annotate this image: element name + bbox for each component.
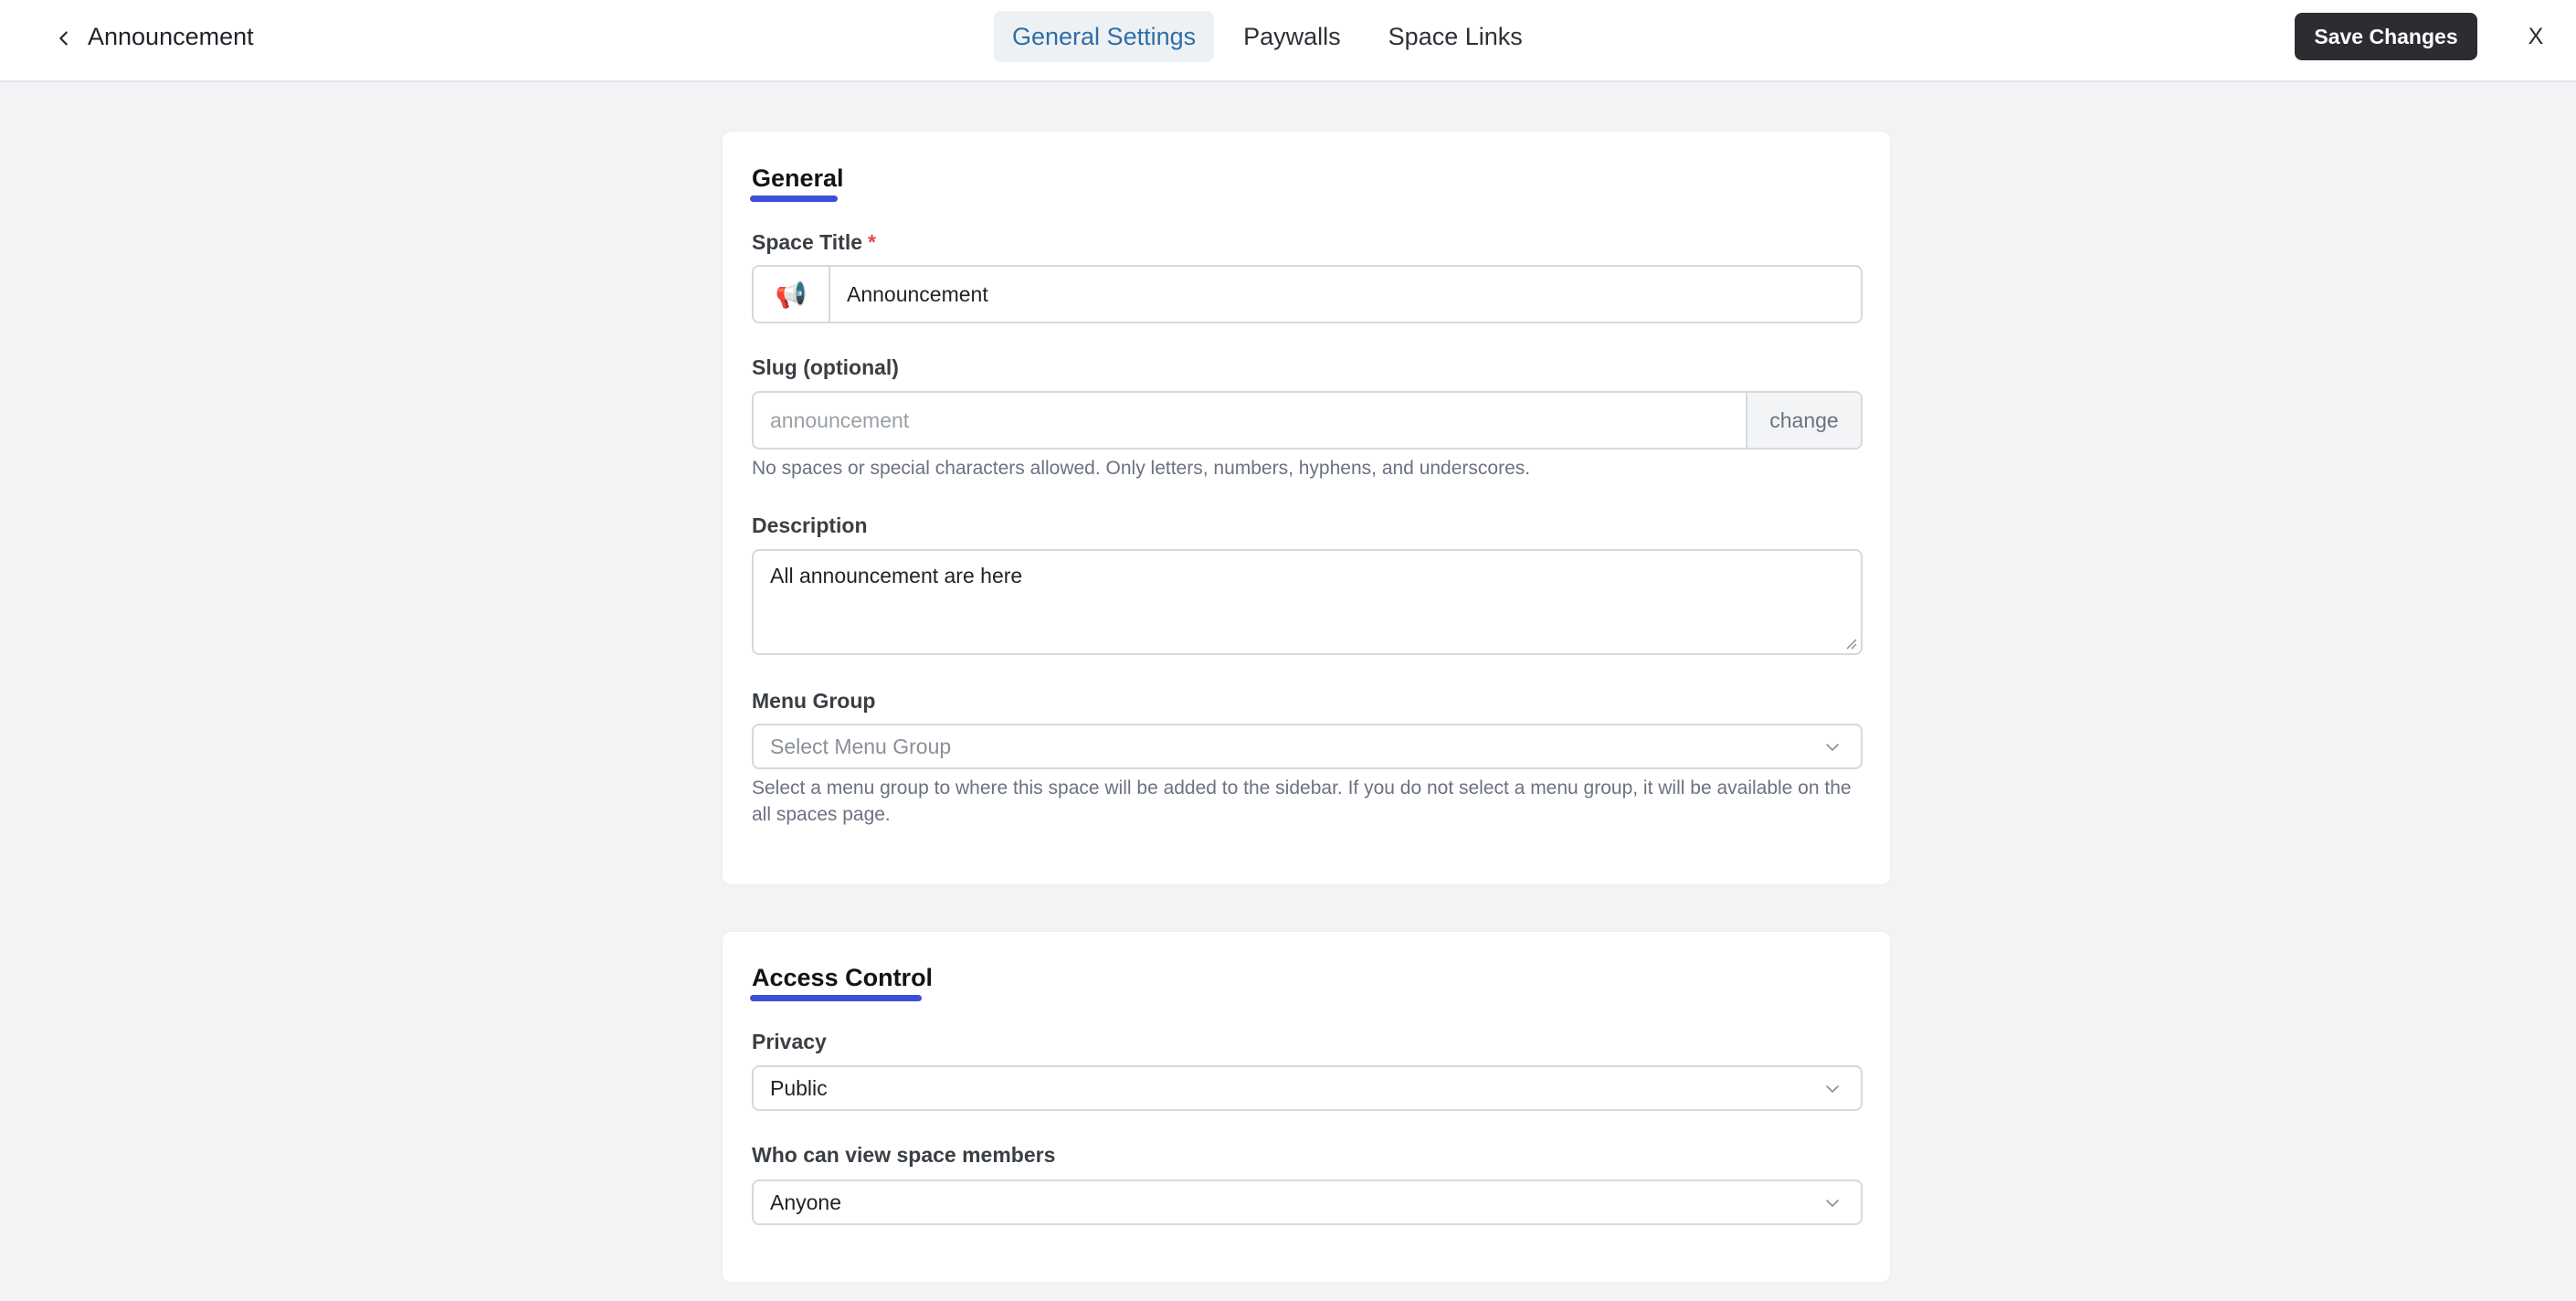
privacy-label: Privacy bbox=[752, 1030, 827, 1053]
tab-space-links[interactable]: Space Links bbox=[1370, 11, 1541, 62]
members-view-label: Who can view space members bbox=[752, 1143, 1056, 1167]
general-section-title: General bbox=[752, 164, 844, 192]
slug-input[interactable] bbox=[754, 393, 1746, 448]
settings-tabs: General Settings Paywalls Space Links bbox=[994, 11, 1552, 62]
emoji-picker-button[interactable]: 📢 bbox=[754, 267, 830, 322]
resize-handle-icon[interactable] bbox=[1844, 637, 1857, 650]
chevron-left-icon bbox=[59, 31, 68, 46]
privacy-value: Public bbox=[770, 1076, 828, 1100]
slug-help-text: No spaces or special characters allowed.… bbox=[752, 458, 1531, 479]
menu-group-help-text: Select a menu group to where this space … bbox=[752, 777, 1852, 825]
required-mark: * bbox=[868, 230, 876, 254]
general-card: General Space Title* 📢 Slug (optional) c… bbox=[722, 131, 1891, 885]
save-changes-button[interactable]: Save Changes bbox=[2295, 13, 2477, 60]
space-title-field: 📢 bbox=[752, 265, 1863, 323]
megaphone-icon: 📢 bbox=[775, 280, 808, 309]
access-section-title: Access Control bbox=[752, 964, 934, 991]
menu-group-select[interactable]: Select Menu Group bbox=[752, 724, 1863, 769]
top-bar: Announcement General Settings Paywalls S… bbox=[0, 0, 2576, 82]
section-underline bbox=[750, 196, 838, 202]
menu-group-label: Menu Group bbox=[752, 689, 876, 713]
back-button[interactable] bbox=[46, 20, 82, 57]
menu-group-placeholder: Select Menu Group bbox=[770, 735, 952, 758]
page-title: Announcement bbox=[88, 23, 254, 50]
slug-label: Slug (optional) bbox=[752, 355, 899, 379]
description-label: Description bbox=[752, 513, 868, 537]
chevron-down-icon bbox=[1826, 1200, 1839, 1208]
tab-paywalls[interactable]: Paywalls bbox=[1225, 11, 1359, 62]
description-textarea[interactable]: All announcement are here bbox=[752, 549, 1863, 655]
description-text: All announcement are here bbox=[770, 564, 1023, 587]
chevron-down-icon bbox=[1826, 1085, 1839, 1094]
space-title-input[interactable] bbox=[830, 267, 1861, 322]
space-title-label: Space Title * bbox=[752, 230, 876, 255]
privacy-select[interactable]: Public bbox=[752, 1065, 1863, 1111]
members-view-value: Anyone bbox=[770, 1190, 842, 1214]
space-title-label-text: Space Title bbox=[752, 230, 863, 254]
section-underline bbox=[750, 995, 922, 1001]
slug-field: change bbox=[752, 391, 1863, 450]
access-control-card: Access Control Privacy Public Who can vi… bbox=[722, 931, 1891, 1283]
slug-change-button[interactable]: change bbox=[1746, 393, 1861, 448]
tab-general-settings[interactable]: General Settings bbox=[994, 11, 1215, 62]
chevron-down-icon bbox=[1826, 744, 1839, 752]
close-button[interactable]: X bbox=[2518, 18, 2554, 55]
members-view-select[interactable]: Anyone bbox=[752, 1179, 1863, 1225]
